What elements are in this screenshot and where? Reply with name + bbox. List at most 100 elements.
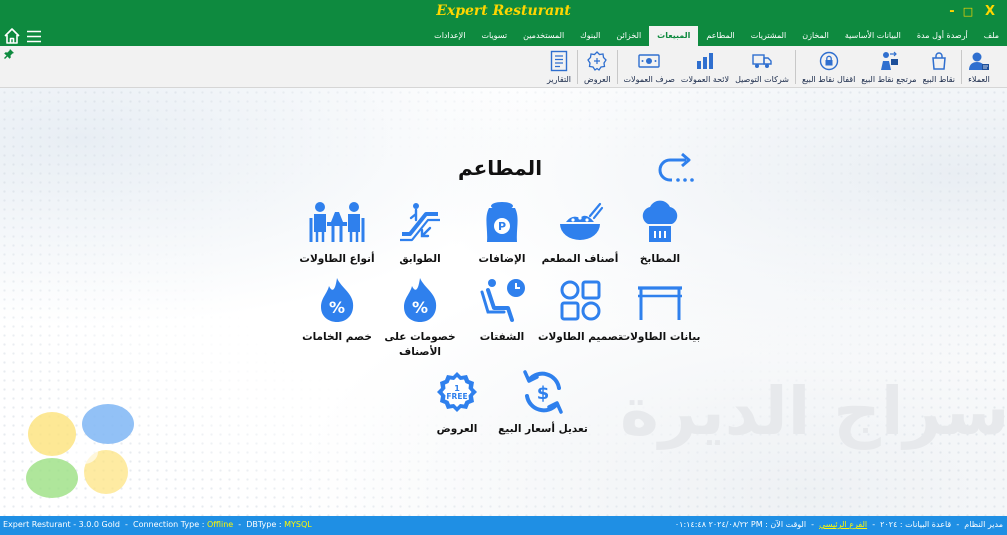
shopping-bag-icon [931,52,946,70]
menu-basic-data[interactable]: البيانات الأساسية [837,26,909,46]
toolbar-separator [795,50,796,84]
tile-materials-discount[interactable]: % خصم الخامات [287,276,387,345]
branch-link[interactable]: الفرع الرئيسي [819,520,867,529]
menu-settings[interactable]: الإعدادات [426,26,473,46]
tile-label: الإضافات [478,253,526,265]
toolbar-label: اقفال نقاط البيع [802,75,856,84]
tile-label: خصم الخامات [302,331,372,343]
return-goods-icon [880,51,898,70]
toolbar-offers[interactable]: العروض [581,46,613,88]
tile-label: المطابخ [639,253,681,265]
tile-price-edit[interactable]: $ تعديل أسعار البيع [493,368,593,437]
time-value: ٢٠٢٤/٠٨/٢٢ ٠١:١٤:٤٨ PM [674,520,763,529]
toolbar-separator [577,50,579,84]
seasoning-jar-icon: P [486,202,518,242]
toolbar-label: صرف العمولات [623,75,675,84]
offer-badge-text: FREE [446,392,467,401]
current-user: مدير النظام [964,520,1003,529]
time-label: الوقت الآن : [765,520,807,529]
toolbar-label: لائحة العمولات [680,75,730,84]
menu-settlements[interactable]: تسويات [473,26,515,46]
tile-offers[interactable]: 1 FREE العروض [407,368,507,437]
toolbar-label: العملاء [968,75,990,84]
connection-label: Connection Type : [132,520,205,529]
table-icon [638,286,682,320]
chef-hat-icon [642,200,678,242]
shapes-icon [560,280,601,321]
tile-label: بيانات الطاولات [619,331,701,343]
toolbar-pos-returns[interactable]: مرتجع نقاط البيع [858,46,919,88]
toolbar-pos-close[interactable]: اقفال نقاط البيع [799,46,858,88]
svg-text:%: % [412,298,428,317]
discount-flame-icon: % [321,278,354,322]
app-version: Expert Resturant - 3.0.0 Gold [3,520,120,529]
delivery-truck-icon [752,54,772,68]
pin-icon[interactable] [4,49,14,62]
dbtype-label: DBType : [246,520,282,529]
menu-treasuries[interactable]: الخزائن [608,26,649,46]
home-icon[interactable] [3,27,21,45]
tile-label: أصناف المطعم [541,253,619,265]
offer-badge-icon [587,51,608,71]
toolbar-separator [961,50,962,84]
minimize-button[interactable]: - [944,4,960,19]
return-arrow-icon[interactable] [656,152,696,186]
menu-users[interactable]: المستخدمين [515,26,572,46]
report-icon [550,50,568,72]
menu-purchases[interactable]: المشتريات [743,26,794,46]
hamburger-icon[interactable] [26,30,42,43]
toolbar-label: العروض [584,75,611,84]
toolbar-label: شركات التوصيل [735,75,789,84]
lock-icon [819,51,838,71]
toolbar-label: التقارير [546,75,572,84]
status-bar: Expert Resturant - 3.0.0 Gold - Connecti… [0,516,1007,535]
svg-text:%: % [329,298,345,317]
tile-table-types[interactable]: أنواع الطاولات [287,198,387,267]
free-badge-icon: 1 FREE [437,372,477,412]
menu-stores[interactable]: المخازن [794,26,837,46]
tile-label: أنواع الطاولات [299,253,375,265]
page-title: المطاعم [457,156,543,180]
toolbar-customers[interactable]: العملاء [965,46,993,88]
customer-icon [969,52,989,70]
db-value: ٢٠٢٤ [880,520,898,529]
watermark: سراج الديرة [620,373,1007,450]
svg-text:$: $ [537,383,550,404]
escalator-icon [400,203,440,242]
toolbar-commission-list[interactable]: لائحة العمولات [678,46,732,88]
menu-opening-balances[interactable]: أرصدة أول مدة [909,26,976,46]
menu-sales[interactable]: المبيعات [649,26,699,46]
tile-label: العروض [436,423,478,435]
menu-banks[interactable]: البنوك [572,26,608,46]
toolbar-commission-pay[interactable]: صرف العمولات [621,46,678,88]
content-area: سراج الديرة المطاعم المطابخ أصناف المطعم [0,88,1007,516]
close-button[interactable]: X [982,4,998,19]
db-label: قاعدة البيانات : [899,520,952,529]
menu-list: ملف أرصدة أول مدة البيانات الأساسية المخ… [426,26,1007,46]
menu-bar: ملف أرصدة أول مدة البيانات الأساسية المخ… [0,26,1007,46]
brand-logo [26,404,134,498]
status-right: مدير النظام - قاعدة البيانات : ٢٠٢٤ - ال… [674,520,1003,529]
connection-value: Offline [206,520,234,529]
status-left: Expert Resturant - 3.0.0 Gold - Connecti… [3,520,312,529]
price-refresh-icon: $ [523,370,563,414]
toolbar-delivery[interactable]: شركات التوصيل [732,46,792,88]
waiting-clock-icon [480,279,525,322]
cash-icon [638,54,660,68]
toolbar-reports[interactable]: التقارير [544,46,574,88]
tile-label: تعديل أسعار البيع [498,423,588,435]
toolbar-label: نقاط البيع [922,75,955,84]
svg-text:P: P [498,220,506,233]
tile-label: الطوابق [399,253,441,265]
dbtype-value: MYSQL [284,520,312,529]
toolbar-label: مرتجع نقاط البيع [861,75,917,84]
toolbar-separator [616,50,618,84]
window-title: Expert Resturant [436,3,571,19]
toolbar-list: العملاء نقاط البيع مرتجع نقاط البيع اقفا… [544,46,993,88]
maximize-button[interactable]: □ [960,5,976,18]
dining-table-icon [309,202,365,242]
toolbar-pos[interactable]: نقاط البيع [920,46,958,88]
menu-restaurants[interactable]: المطاعم [698,26,742,46]
title-bar: Expert Resturant - □ X [0,0,1007,26]
menu-file[interactable]: ملف [976,26,1007,46]
